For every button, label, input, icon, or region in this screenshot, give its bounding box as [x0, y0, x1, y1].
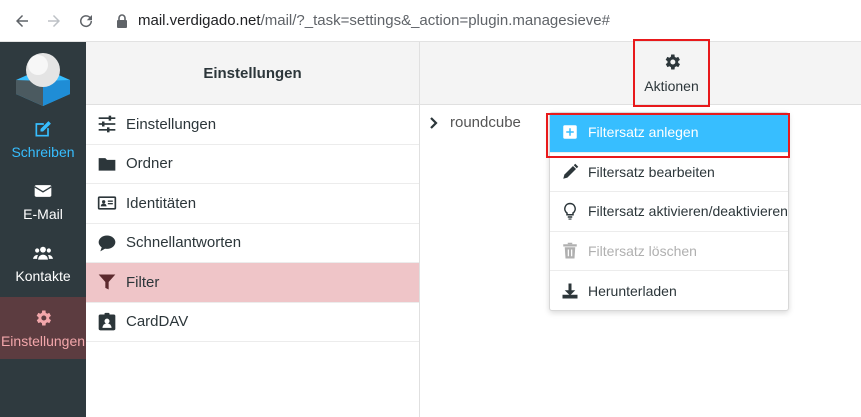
filterset-name: roundcube — [450, 114, 521, 131]
url-domain: mail.verdigado.net — [138, 12, 261, 29]
envelope-icon — [34, 184, 52, 197]
folder-icon — [96, 153, 118, 175]
settings-item-responses[interactable]: Schnellantworten — [86, 224, 419, 263]
main-navigation: Schreiben E-Mail Kontakte Einstellungen — [0, 42, 86, 417]
address-bar[interactable]: mail.verdigado.net /mail/?_task=settings… — [116, 12, 610, 29]
nav-contacts-label: Kontakte — [15, 267, 71, 284]
arrow-left-icon — [16, 14, 28, 27]
back-button[interactable] — [6, 5, 38, 37]
menu-item-label: Filtersatz löschen — [588, 242, 697, 259]
menu-item-delete-filterset: Filtersatz löschen — [550, 232, 788, 271]
settings-item-folders[interactable]: Ordner — [86, 145, 419, 184]
menu-item-create-filterset[interactable]: Filtersatz anlegen — [550, 113, 788, 153]
menu-item-label: Herunterladen — [588, 282, 677, 299]
gear-icon — [36, 310, 51, 325]
menu-item-label: Filtersatz bearbeiten — [588, 163, 715, 180]
reload-icon — [80, 14, 93, 27]
pencil-icon — [563, 163, 579, 179]
settings-item-preferences[interactable]: Einstellungen — [86, 105, 419, 145]
settings-item-label: CardDAV — [126, 313, 189, 331]
sliders-icon — [96, 113, 118, 135]
gear-icon — [665, 54, 680, 70]
lightbulb-icon — [564, 202, 576, 220]
download-icon — [562, 283, 578, 299]
id-card-icon — [96, 192, 118, 214]
roundcube-logo-icon — [14, 48, 72, 106]
actions-button[interactable]: Aktionen — [633, 39, 710, 107]
settings-item-label: Filter — [126, 273, 160, 291]
settings-item-label: Ordner — [126, 155, 173, 173]
menu-item-label: Filtersatz aktivieren/deaktivieren — [588, 203, 788, 220]
settings-item-filter[interactable]: Filter — [86, 263, 419, 303]
address-card-icon — [96, 311, 118, 333]
settings-header: Einstellungen — [86, 42, 419, 105]
nav-email-label: E-Mail — [23, 205, 63, 222]
actions-label: Aktionen — [644, 78, 699, 94]
settings-item-label: Schnellantworten — [126, 234, 242, 252]
filterset-header: Aktionen — [420, 39, 861, 107]
settings-item-label: Identitäten — [126, 194, 197, 212]
menu-item-toggle-filterset[interactable]: Filtersatz aktivieren/deaktivieren — [550, 192, 788, 232]
settings-item-carddav[interactable]: CardDAV — [86, 303, 419, 342]
nav-settings-label: Einstellungen — [0, 332, 86, 349]
plus-square-icon — [563, 125, 577, 139]
reload-button[interactable] — [70, 5, 102, 37]
browser-toolbar: mail.verdigado.net /mail/?_task=settings… — [0, 0, 861, 42]
menu-item-label: Filtersatz anlegen — [588, 124, 699, 141]
nav-settings[interactable]: Einstellungen — [0, 297, 86, 359]
chevron-right-icon — [430, 116, 438, 129]
url-path: /mail/?_task=settings&_action=plugin.man… — [260, 12, 610, 29]
filterset-row[interactable]: roundcube — [428, 114, 521, 131]
menu-item-edit-filterset[interactable]: Filtersatz bearbeiten — [550, 153, 788, 192]
forward-button[interactable] — [38, 5, 70, 37]
menu-item-download[interactable]: Herunterladen — [550, 271, 788, 311]
users-icon — [33, 246, 53, 260]
arrow-right-icon — [48, 14, 60, 27]
settings-item-identities[interactable]: Identitäten — [86, 184, 419, 224]
nav-compose[interactable]: Schreiben — [0, 108, 86, 170]
lock-icon — [116, 13, 128, 28]
actions-menu: Filtersatz anlegen Filtersatz bearbeiten… — [549, 112, 789, 311]
compose-icon — [35, 120, 51, 136]
filter-icon — [96, 271, 118, 293]
settings-list-panel: Einstellungen Einstellungen Ordner Ident… — [86, 42, 420, 417]
trash-icon — [563, 242, 577, 259]
nav-email[interactable]: E-Mail — [0, 170, 86, 232]
comment-icon — [96, 232, 118, 254]
nav-contacts[interactable]: Kontakte — [0, 232, 86, 294]
nav-compose-label: Schreiben — [11, 143, 75, 160]
settings-item-label: Einstellungen — [126, 115, 217, 133]
